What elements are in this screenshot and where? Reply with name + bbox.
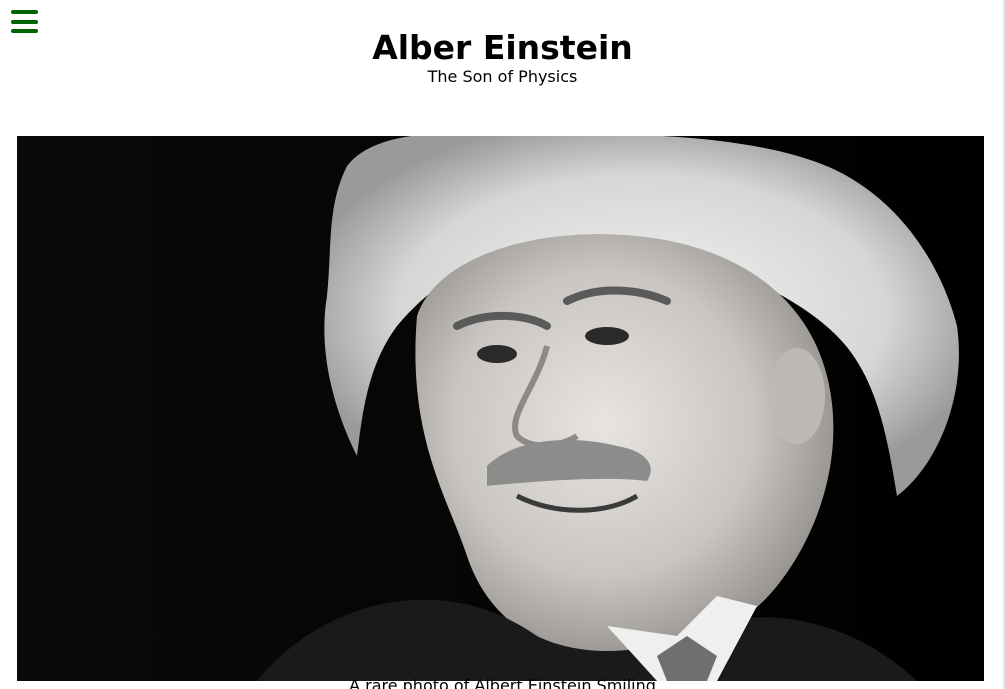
site-header: Alber Einstein The Son of Physics [0, 28, 1005, 86]
photo-caption: A rare photo of Albert Einstein Smiling [349, 676, 656, 689]
page-title: Alber Einstein [372, 28, 633, 67]
page-subtitle: The Son of Physics [427, 67, 578, 86]
page: Alber Einstein The Son of Physics A rare… [0, 0, 1005, 689]
einstein-photo [17, 136, 984, 681]
hamburger-icon [11, 10, 38, 14]
portrait-illustration [17, 136, 984, 681]
hamburger-icon-bar [11, 19, 38, 24]
